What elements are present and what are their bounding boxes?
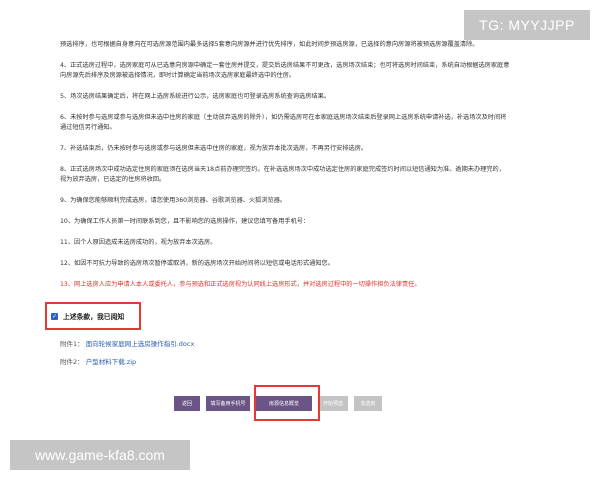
attachment-item: 附件1： 面向轮候家庭网上选房操作指引.docx	[60, 338, 194, 348]
terms-paragraph-intro: 预选排序，也可根据自身意向在可选房源范围内最多选择5套意向房源并进行优先排序，如…	[60, 41, 479, 48]
terms-paragraph-8: 8、正式选房场次中成功选定住房的家庭须在选房当天18点前办理完签约。在补选选房场…	[60, 166, 505, 183]
start-preselect-button[interactable]: 开始预选	[318, 396, 348, 411]
agreement-checkbox-row[interactable]: ✓ 上述条款，我已阅知	[45, 302, 141, 330]
terms-paragraph-4: 4、正式选房过程中，选房家庭可从已选意向房源中确定一套住房并提交，提交后选房结果…	[60, 62, 510, 79]
checkbox-checked-icon[interactable]: ✓	[51, 312, 58, 320]
terms-paragraph-5: 5、场次选房结果确定后，将在网上选房系统进行公示，选房家庭也可登录选房系统查询选…	[60, 93, 330, 100]
terms-paragraph-9: 9、为确保您能够顺利完成选房，请您使用360浏览器、谷歌浏览器、火狐浏览器。	[60, 197, 287, 204]
highlight-box-overview-button	[254, 385, 320, 421]
terms-paragraph-11: 11、因个人原因造成未选房成功的，视为放弃本次选房。	[60, 239, 217, 246]
terms-paragraph-13-warning: 13、网上选房人应为申请人本人或委托人，参与预选和正式选房视为认同线上选房形式，…	[60, 281, 421, 288]
attachment-link[interactable]: 户型材料下载.zip	[86, 358, 136, 366]
terms-paragraph-6: 6、未按时参与选房或参与选房但未选中住房的家庭（主动放弃选房的除外），如仍需选房…	[60, 114, 507, 131]
fill-backup-phone-button[interactable]: 填写备用手机号	[206, 396, 250, 411]
attachment-link[interactable]: 面向轮候家庭网上选房操作指引.docx	[86, 340, 195, 348]
back-button[interactable]: 返回	[174, 396, 200, 411]
attachment-label: 附件1：	[60, 340, 84, 348]
agreement-label: 上述条款，我已阅知	[63, 313, 125, 321]
attachment-label: 附件2：	[60, 358, 84, 366]
watermark-bottom-left: www.game-kfa8.com	[10, 440, 190, 470]
terms-paragraph-10: 10、为确保工作人员第一时间联系到您，且不影响您的选房操作，建议您填写备用手机号…	[60, 218, 310, 225]
terms-content: 预选排序，也可根据自身意向在可选房源范围内最多选择5套意向房源并进行优先排序，如…	[60, 40, 510, 301]
watermark-top-right: TG: MYYJJPP	[464, 10, 590, 40]
attachment-item: 附件2： 户型材料下载.zip	[60, 356, 136, 366]
terms-paragraph-7: 7、补选结束后，仍未按时参与选房或参与选房但未选中住房的家庭，视为放弃本批次选房…	[60, 145, 368, 152]
choose-house-button[interactable]: 去选房	[354, 396, 382, 411]
terms-paragraph-12: 12、如因不可抗力导致的选房场次暂停或取消，新的选房场次开始时间将以短信或电话形…	[60, 260, 334, 267]
